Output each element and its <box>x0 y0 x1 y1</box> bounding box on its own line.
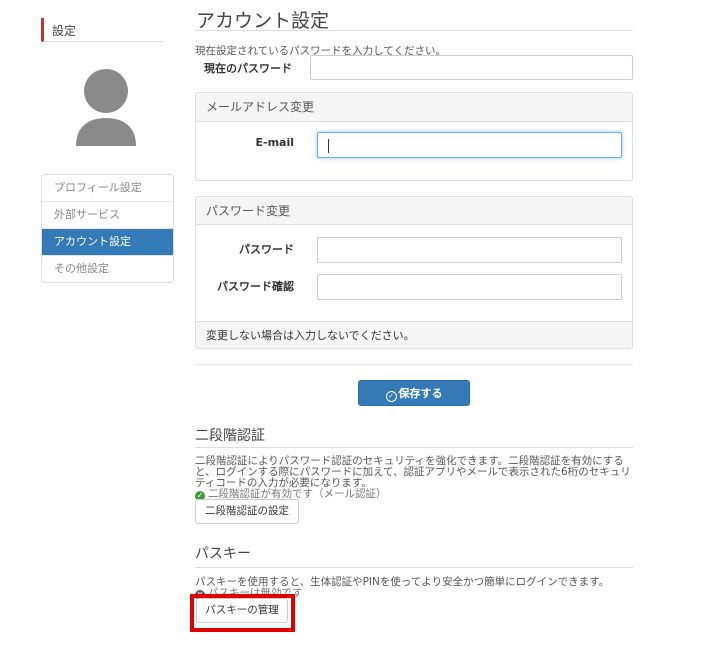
current-password-label: 現在のパスワード <box>204 62 292 75</box>
two-factor-description: 二段階認証によりパスワード認証のセキュリティを強化できます。二段階認証を有効にす… <box>195 456 640 489</box>
sidebar-item-other[interactable]: その他設定 <box>42 256 173 282</box>
password-panel-footer: 変更しない場合は入力しないでください。 <box>196 321 632 348</box>
email-panel: メールアドレス変更 E-mail <box>195 92 633 181</box>
password-label: パスワード <box>239 243 294 256</box>
email-input[interactable] <box>317 132 622 158</box>
passkey-divider <box>195 567 633 568</box>
sidebar-title: 設定 <box>41 18 163 42</box>
highlight-box <box>190 594 295 632</box>
save-button[interactable]: ✓ 保存する <box>358 380 470 406</box>
two-factor-settings-button[interactable]: 二段階認証の設定 <box>195 499 299 524</box>
text-caret <box>328 139 329 153</box>
password-panel: パスワード変更 パスワード パスワード確認 変更しない場合は入力しないでください… <box>195 196 633 349</box>
sidebar-item-account[interactable]: アカウント設定 <box>42 229 173 256</box>
password-input[interactable] <box>317 237 622 263</box>
save-button-label: 保存する <box>398 387 443 400</box>
sidebar-item-profile[interactable]: プロフィール設定 <box>42 175 173 202</box>
sidebar-nav: プロフィール設定 外部サービス アカウント設定 その他設定 <box>41 174 174 283</box>
two-factor-title: 二段階認証 <box>195 428 265 444</box>
check-circle-icon: ✓ <box>385 391 397 402</box>
page-title: アカウント設定 <box>196 10 330 32</box>
title-divider <box>195 30 633 31</box>
two-factor-divider <box>195 447 633 448</box>
password-panel-heading: パスワード変更 <box>196 197 632 225</box>
form-divider <box>195 364 633 365</box>
password-confirm-input[interactable] <box>317 274 622 300</box>
passkey-title: パスキー <box>195 546 251 562</box>
password-confirm-label: パスワード確認 <box>217 280 294 293</box>
email-label: E-mail <box>255 136 294 149</box>
current-password-input[interactable] <box>310 55 633 80</box>
sidebar-item-external-services[interactable]: 外部サービス <box>42 202 173 229</box>
email-panel-heading: メールアドレス変更 <box>196 93 632 122</box>
avatar-icon <box>76 69 136 146</box>
